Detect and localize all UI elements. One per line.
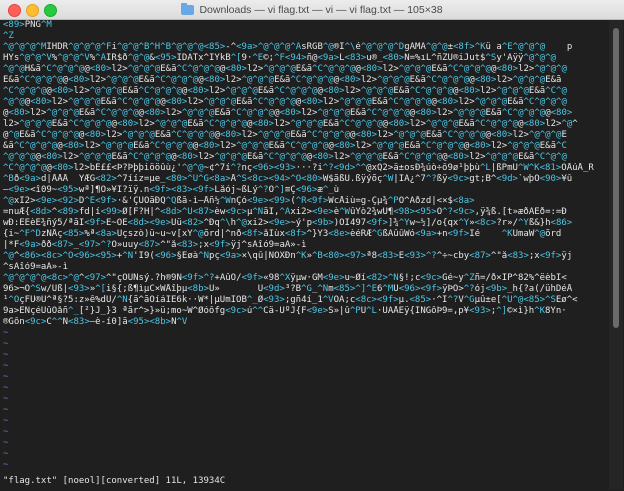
empty-line-marker: ~ bbox=[3, 339, 9, 349]
folder-icon bbox=[181, 2, 195, 15]
buffer-line: ^@xI2><9e><92>D^E<9f>·&'ÇUÕãÐQ^Qßã-ì—Åñ½… bbox=[3, 196, 475, 206]
empty-line-marker: ~ bbox=[3, 416, 9, 426]
buffer-line: ^@^@^@@<80>l2>^@^@^@Ê&ã^C^@^@^@@<80>l2>^… bbox=[3, 152, 567, 162]
buffer-line: |*F<9a>ðð<87>_<97>^?Ö»uuy<87>^"å<83>;x<9… bbox=[3, 240, 307, 250]
empty-line-marker: ~ bbox=[3, 438, 9, 448]
empty-line-marker: ~ bbox=[3, 405, 9, 415]
buffer-line: Ê&ã^C^@^@^@@<80>l2>^@^@^@Ê&ã^C^@^@^@@<80… bbox=[3, 75, 562, 85]
empty-line-marker: ~ bbox=[3, 427, 9, 437]
buffer-line: ^@^@@<80>l2>^@^@^@Ê&ã^C^@^@^@@<80>l2>^@^… bbox=[3, 97, 567, 107]
buffer-line: =nuÆ{<8d>^<89>fd|í<99>Ø[F?H|^<8d>^U<87>è… bbox=[3, 207, 567, 217]
buffer-line: @^@Ê&ã^C^@^@^@@<80>l2>^@^@^@Ê&ã^C^@^@^@@… bbox=[3, 130, 567, 140]
buffer-line: l2>^@^@^@Ê&ã^C^@^@^@@<80>l2>^@^@^@Ê&ã^C^… bbox=[3, 119, 578, 129]
buffer-line: ^Bð<9a>d|ÅÅÅ YÆG<82>^7ííz=µe_<80>^U^G<8a… bbox=[3, 174, 573, 184]
buffer-line: ^sÁîó9=aA»-ì bbox=[3, 262, 69, 272]
buffer-line: ^C^@^@^@@<80>l2>bÉ££<Þ?Þþþiööûù¿'^@^@~¢^… bbox=[3, 163, 594, 173]
empty-line-marker: ~ bbox=[3, 361, 9, 371]
window-title: Downloads — vi flag.txt — vi — vi flag.t… bbox=[199, 3, 443, 16]
title-group: Downloads — vi flag.txt — vi — vi flag.t… bbox=[0, 0, 624, 19]
empty-line-marker: ~ bbox=[3, 372, 9, 382]
buffer-line: ^@^@^@^@<8c>^@^<97>^"çOÜÑsý.?h®9N<9f>^?+… bbox=[3, 273, 567, 283]
empty-line-marker: ~ bbox=[3, 350, 9, 360]
scrollbar-thumb[interactable] bbox=[613, 28, 619, 328]
terminal-window: Downloads — vi flag.txt — vi — vi flag.t… bbox=[0, 0, 624, 491]
empty-line-marker: ~ bbox=[3, 460, 9, 470]
buffer-line: {i~^F^DzÑÅç<85>%ª<8a>Üçszò)ü~u~v[xY^@õrd… bbox=[3, 229, 562, 239]
buffer-line: ¹^OçFÜ®Ù^ª§?5:z»ê%dÜ/^N{ã^ãÒíáÍÉ6k··W*|µ… bbox=[3, 295, 578, 305]
buffer-line: ^@^@^@^MIHDR^@^@^@^Fi^@^@^B^H^B^@^@^@<85… bbox=[3, 42, 573, 52]
buffer-line: 9a>ÉÑçéÚûÕåñ^_[²}J_}3 ªãr^>}»ü;mo~W^Øóôf… bbox=[3, 306, 567, 316]
vi-editor-buffer[interactable]: <89>PNG^M ^Z ^@^@^@^MIHDR^@^@^@^Fi^@^@^B^H… bbox=[3, 20, 607, 490]
empty-line-marker: ~ bbox=[3, 328, 9, 338]
empty-line-marker: ~ bbox=[3, 383, 9, 393]
empty-line-marker: ~ bbox=[3, 449, 9, 459]
buffer-line: —<9e><î09~<95>wª]¶O»¥Î?ïÿ.n<9f><83><9f>L… bbox=[3, 185, 340, 195]
buffer-line: <89>PNG^M bbox=[3, 20, 52, 30]
buffer-line: ^@^@H&ã^C^@^@^@@<80>l2>^@^@^@Ê&ã^C^@^@^@… bbox=[3, 64, 567, 74]
buffer-line: 96>¬Õ^Sw/Üß|<93>»^[i§{;ß¶ìµC×WÅîþµ<8b>Ü»… bbox=[3, 284, 573, 294]
buffer-line: @<80>l2>^@^@^@Ê&ã^C^@^@^@@<80>l2>^@^@^@Ê… bbox=[3, 108, 573, 118]
scrollbar[interactable] bbox=[609, 20, 623, 490]
empty-line-marker: ~ bbox=[3, 394, 9, 404]
buffer-line: &ã^C^@^@^@@<80>l2>^@^@^@Ê&ã^C^@^@^@@<80>… bbox=[3, 141, 567, 151]
vi-status-line: "flag.txt" [noeol][converted] 11L, 13934… bbox=[3, 476, 226, 486]
buffer-line: HYs^@^@^V%^@^@^V%^AIR$ð^@^@&<95>IDATx^ÍÝ… bbox=[3, 53, 556, 63]
buffer-line: ®Gôn<9c>C^^N<83>—è-í0]ã<95><8b>N^V bbox=[3, 317, 188, 327]
buffer-line: ^@^<86><8c>^O<96><95>+^N'Î9(<96>§Èøà^Npç… bbox=[3, 251, 573, 261]
buffer-line: ^Z bbox=[3, 31, 14, 41]
title-bar[interactable]: Downloads — vi flag.txt — vi — vi flag.t… bbox=[0, 0, 624, 20]
buffer-line: wÐ:ÉËèE¾ñý5/ªãÌ<9f>E~ÖÊ<8d><9e>Üü<82>^Ðq… bbox=[3, 218, 573, 228]
buffer-line: ^C^@^@^@@<80>l2>^@^@^@Ê&ã^C^@^@^@@<80>l2… bbox=[3, 86, 567, 96]
